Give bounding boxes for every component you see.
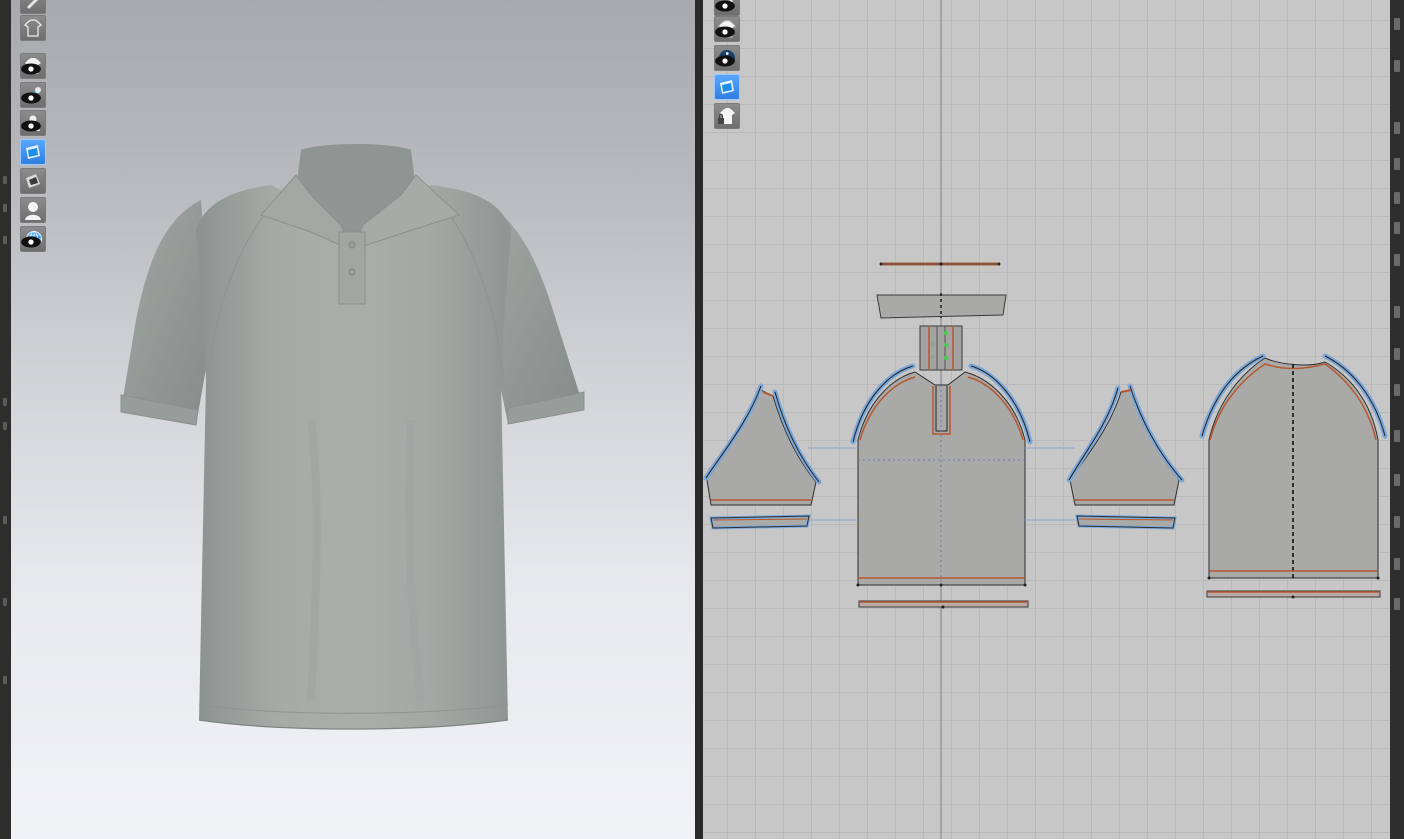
tshirt-outline-icon[interactable] xyxy=(714,16,740,42)
surface-shader-icon[interactable] xyxy=(20,168,46,194)
texture-view-icon[interactable] xyxy=(20,139,46,165)
show-pins-icon[interactable] xyxy=(20,82,46,108)
eye-icon xyxy=(21,120,41,132)
right-sleeve-piece xyxy=(1066,383,1185,530)
viewport-3d[interactable] xyxy=(11,0,695,839)
pencil-icon[interactable] xyxy=(20,0,46,14)
placket-piece xyxy=(919,325,963,371)
globe-grid-icon[interactable] xyxy=(20,226,46,252)
eye-icon xyxy=(21,236,41,248)
show-garment-icon[interactable] xyxy=(20,53,46,79)
eye-icon xyxy=(715,26,735,38)
avatar-silhouette-icon[interactable] xyxy=(20,197,46,223)
left-sleeve-piece xyxy=(703,383,822,530)
viewport-divider[interactable] xyxy=(695,0,703,839)
front-hem-band-piece xyxy=(858,600,1029,609)
lock-garment-icon[interactable] xyxy=(714,103,740,129)
show-avatar-icon[interactable] xyxy=(20,110,46,136)
eye-icon xyxy=(715,0,735,12)
viewport-2d[interactable] xyxy=(703,0,1390,839)
garment-3d-render xyxy=(120,144,585,730)
collar-piece xyxy=(876,293,1007,319)
info-icon[interactable] xyxy=(714,45,740,71)
back-hem-band-piece xyxy=(1206,590,1381,599)
collar-band-piece xyxy=(879,262,1001,266)
tshirt-outline-icon[interactable] xyxy=(20,15,46,41)
pencil-icon[interactable] xyxy=(714,0,740,16)
eye-icon xyxy=(715,55,735,67)
fabric-view-icon[interactable] xyxy=(714,74,740,100)
back-body-piece xyxy=(1199,353,1388,580)
front-body-piece xyxy=(850,363,1033,587)
eye-icon xyxy=(21,63,41,75)
right-panel-edge xyxy=(1390,0,1404,839)
eye-icon xyxy=(21,92,41,104)
pattern-canvas xyxy=(703,0,1388,839)
left-panel-edge xyxy=(0,0,11,839)
